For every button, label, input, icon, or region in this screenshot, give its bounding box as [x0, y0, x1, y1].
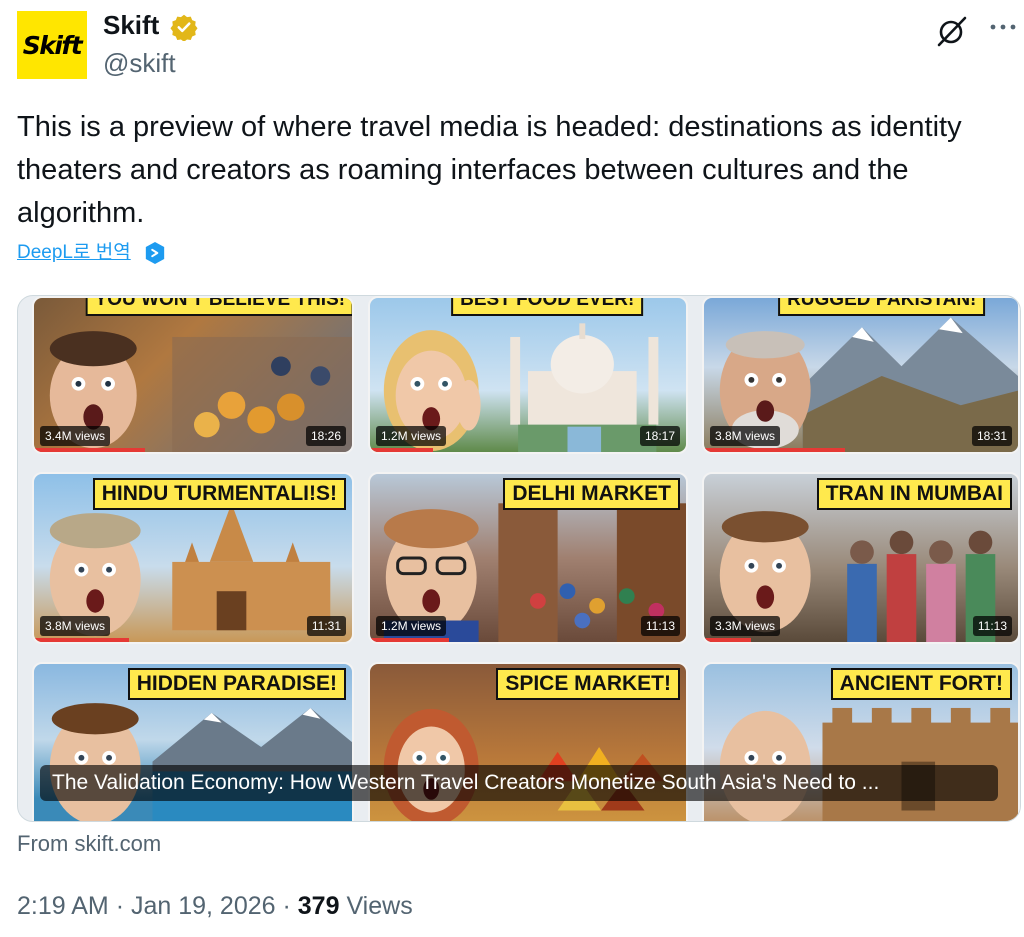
thumbnail-views: 3.4M views — [40, 426, 111, 446]
more-icon[interactable] — [988, 14, 1018, 40]
thumbnail-banner: ANCIENT FORT! — [830, 668, 1012, 700]
link-card-source[interactable]: From skift.com — [17, 831, 161, 857]
link-card-title[interactable]: The Validation Economy: How Western Trav… — [40, 765, 998, 801]
watch-progress-bar — [370, 638, 449, 642]
video-thumbnail[interactable]: BEST FOOD EVER! 1.2M views 18:17 — [368, 296, 688, 454]
thumbnail-duration: 11:31 — [306, 616, 346, 636]
thumbnail-banner: RUGGED PAKISTAN! — [778, 298, 986, 316]
tweet-text: This is a preview of where travel media … — [17, 111, 962, 229]
thumbnail-duration: 18:17 — [639, 426, 680, 446]
thumbnail-banner: SPICE MARKET! — [496, 668, 680, 700]
thumbnail-banner: BEST FOOD EVER! — [451, 298, 644, 316]
avatar[interactable]: Skift — [17, 11, 87, 79]
tweet-date[interactable]: Jan 19, 2026 — [131, 892, 276, 920]
watch-progress-bar — [370, 448, 434, 452]
thumbnail-views: 1.2M views — [376, 616, 447, 636]
video-thumbnail[interactable]: DELHI MARKET 1.2M views 11:13 — [368, 472, 688, 644]
tweet-meta: 2:19 AM · Jan 19, 2026 · 379 Views — [17, 890, 413, 922]
video-thumbnail[interactable]: YOU WON'T BELIEVE THIS! 3.4M views 18:26 — [32, 296, 354, 454]
views-label: Views — [346, 892, 413, 920]
deepl-icon[interactable] — [144, 241, 168, 267]
thumbnail-duration: 18:26 — [305, 426, 346, 446]
link-card-media[interactable]: YOU WON'T BELIEVE THIS! 3.4M views 18:26… — [17, 295, 1021, 822]
thumbnail-views: 3.8M views — [40, 616, 111, 636]
thumbnail-duration: 11:13 — [640, 616, 680, 636]
thumbnail-banner: DELHI MARKET — [503, 478, 680, 510]
views-count: 379 — [297, 892, 340, 920]
translate-link[interactable]: DeepL로 번역 — [17, 241, 131, 265]
watch-progress-bar — [34, 448, 146, 452]
thumbnail-views: 1.2M views — [376, 426, 447, 446]
thumbnail-duration: 18:31 — [971, 426, 1012, 446]
watch-progress-bar — [704, 448, 846, 452]
thumbnail-duration: 11:13 — [972, 616, 1012, 636]
grok-icon[interactable] — [935, 14, 969, 48]
verified-badge-icon — [170, 13, 198, 42]
video-thumbnail[interactable]: RUGGED PAKISTAN! 3.8M views 18:31 — [702, 296, 1020, 454]
video-thumbnail[interactable]: HINDU TURMENTALI!S! 3.8M views 11:31 — [32, 472, 354, 644]
author-handle[interactable]: @skift — [103, 47, 176, 79]
avatar-logo-text: Skift — [22, 30, 83, 60]
author-name[interactable]: Skift — [103, 9, 159, 41]
thumbnail-banner: YOU WON'T BELIEVE THIS! — [85, 298, 352, 316]
thumbnail-views: 3.3M views — [710, 616, 781, 636]
tweet-time[interactable]: 2:19 AM — [17, 892, 109, 920]
thumbnail-banner: TRAN IN MUMBAI — [816, 478, 1012, 510]
meta-separator: · — [282, 892, 298, 920]
watch-progress-bar — [704, 638, 752, 642]
thumbnail-banner: HINDU TURMENTALI!S! — [92, 478, 346, 510]
watch-progress-bar — [34, 638, 130, 642]
thumbnail-banner: HIDDEN PARADISE! — [127, 668, 346, 700]
thumbnail-views: 3.8M views — [710, 426, 781, 446]
video-thumbnail[interactable]: TRAN IN MUMBAI 3.3M views 11:13 — [702, 472, 1020, 644]
meta-separator: · — [115, 892, 131, 920]
